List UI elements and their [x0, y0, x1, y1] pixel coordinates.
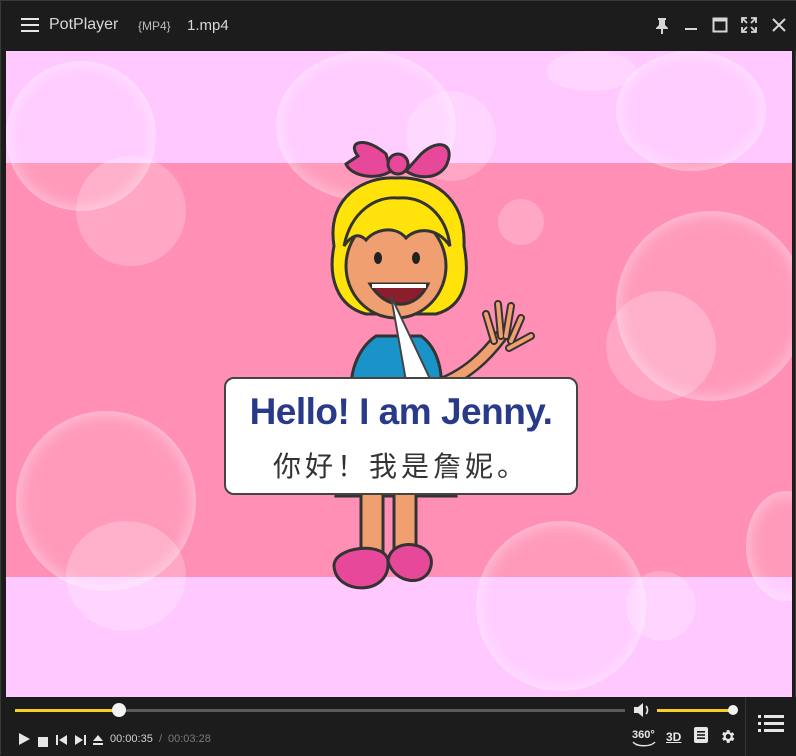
time-separator: / — [159, 733, 163, 745]
bokeh-circle — [626, 571, 696, 641]
speech-bubble-tail — [390, 296, 433, 382]
video-area[interactable]: Hello! I am Jenny. 你好！我是詹妮。 — [6, 51, 792, 697]
360-icon[interactable]: 360° — [631, 728, 657, 748]
volume-slider[interactable] — [657, 705, 738, 715]
menu-icon[interactable] — [21, 18, 39, 32]
seek-bar[interactable] — [15, 703, 625, 717]
minimize-icon[interactable] — [681, 15, 701, 35]
volume-fill — [657, 709, 733, 712]
speech-bubble: Hello! I am Jenny. 你好！我是詹妮。 — [224, 377, 578, 495]
seek-progress-fill — [15, 709, 119, 712]
speech-english-text: Hello! I am Jenny. — [249, 391, 553, 432]
app-title[interactable]: PotPlayer — [49, 16, 118, 34]
pin-icon[interactable] — [652, 15, 672, 35]
close-icon[interactable] — [769, 15, 789, 35]
fullscreen-icon[interactable] — [739, 15, 759, 35]
eject-icon[interactable] — [92, 733, 104, 745]
potplayer-window: PotPlayer {MP4} 1.mp4 Hello! I am Jenny.… — [0, 0, 796, 756]
current-time: 00:00:35 — [110, 733, 153, 745]
subtitle-icon[interactable] — [694, 727, 708, 743]
playlist-divider — [745, 697, 746, 756]
volume-handle[interactable] — [728, 705, 738, 715]
total-duration: 00:03:28 — [168, 733, 211, 745]
vr-label: 360° — [632, 729, 655, 741]
settings-icon[interactable] — [719, 728, 736, 745]
bokeh-circle — [66, 521, 186, 631]
bokeh-circle — [606, 291, 716, 401]
volume-icon[interactable] — [633, 702, 651, 718]
control-bar: 00:00:35 / 00:03:28 360° 3D — [1, 697, 796, 756]
format-label: {MP4} — [138, 19, 171, 33]
stop-icon[interactable] — [38, 734, 48, 747]
title-bar: PotPlayer {MP4} 1.mp4 — [1, 1, 796, 51]
previous-icon[interactable] — [56, 733, 68, 745]
next-icon[interactable] — [74, 733, 86, 745]
bokeh-circle — [616, 51, 766, 171]
bokeh-circle — [76, 156, 186, 266]
maximize-icon[interactable] — [710, 15, 730, 35]
3d-icon[interactable]: 3D — [666, 730, 681, 744]
file-name: 1.mp4 — [187, 17, 229, 34]
play-icon[interactable] — [17, 732, 31, 746]
playlist-icon[interactable] — [758, 713, 784, 735]
speech-chinese-text: 你好！我是詹妮。 — [272, 450, 529, 483]
seek-handle[interactable] — [111, 703, 126, 717]
